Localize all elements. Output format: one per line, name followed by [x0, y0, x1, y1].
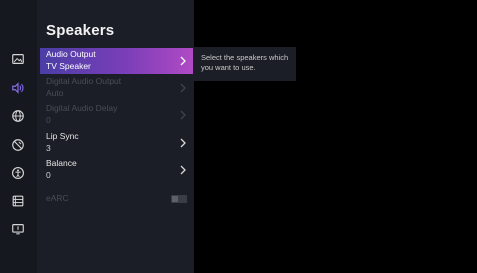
support-icon[interactable] — [10, 221, 26, 237]
menu-item-value: Auto — [46, 88, 64, 98]
menu-item-label: Lip Sync — [46, 131, 79, 141]
menu-item-balance[interactable]: Balance 0 — [40, 157, 193, 183]
menu-item-label: Balance — [46, 158, 77, 168]
menu-item-label: Digital Audio Output — [46, 76, 122, 86]
menu-item-digital-audio-delay[interactable]: Digital Audio Delay 0 — [40, 102, 193, 128]
menu-item-lip-sync[interactable]: Lip Sync 3 — [40, 130, 193, 156]
chevron-right-icon — [180, 56, 186, 66]
settings-category-rail — [0, 0, 37, 273]
menu-item-earc[interactable]: eARC — [40, 186, 193, 212]
tv-settings-screen: Speakers Audio Output TV Speaker Digital… — [0, 0, 477, 273]
help-tooltip: Select the speakers which you want to us… — [194, 47, 296, 81]
menu-item-label: Audio Output — [46, 49, 96, 59]
menu-item-audio-output[interactable]: Audio Output TV Speaker — [40, 48, 193, 74]
chevron-right-icon — [180, 165, 186, 175]
chevron-right-icon — [180, 83, 186, 93]
panel-title: Speakers — [46, 22, 115, 39]
menu-item-label: eARC — [46, 193, 69, 203]
menu-item-digital-audio-output[interactable]: Digital Audio Output Auto — [40, 75, 193, 101]
channel-icon[interactable] — [10, 137, 26, 153]
picture-icon[interactable] — [10, 51, 26, 67]
menu-item-value: 0 — [46, 115, 51, 125]
toggle-knob — [172, 196, 178, 202]
system-icon[interactable] — [10, 193, 26, 209]
menu-item-value: TV Speaker — [46, 61, 91, 71]
sound-icon[interactable] — [10, 80, 26, 96]
menu-item-label: Digital Audio Delay — [46, 103, 118, 113]
help-tooltip-text: Select the speakers which you want to us… — [201, 53, 289, 72]
accessibility-icon[interactable] — [10, 165, 26, 181]
menu-item-value: 0 — [46, 170, 51, 180]
chevron-right-icon — [180, 138, 186, 148]
chevron-right-icon — [180, 110, 186, 120]
network-icon[interactable] — [10, 108, 26, 124]
earc-toggle[interactable] — [171, 195, 187, 203]
menu-item-value: 3 — [46, 143, 51, 153]
